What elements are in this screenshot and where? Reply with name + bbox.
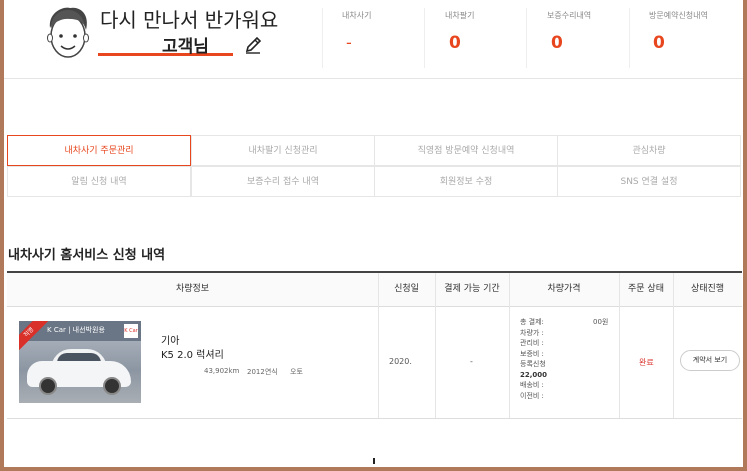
stat-sell-label: 내차팔기 <box>445 11 475 20</box>
tab-alerts[interactable]: 알림 신청 내역 <box>7 166 191 197</box>
col-divider <box>435 305 436 418</box>
car-wheel <box>103 377 121 395</box>
col-divider <box>673 273 674 306</box>
car-wheel <box>39 377 57 395</box>
thumbnail-band-text: K Car | 내선박원용 <box>47 326 105 334</box>
price-line-registration: 등록신청 <box>520 360 546 368</box>
tab-sell-requests[interactable]: 내차팔기 신청관리 <box>191 135 375 166</box>
stat-visit-label: 방문예약신청내역 <box>649 11 708 20</box>
greeting-text: 다시 만나서 반가워요 <box>100 8 279 32</box>
price-line-transfer: 이전비 : <box>520 391 544 400</box>
col-pay-period: 결제 가능 기간 <box>444 284 500 294</box>
stat-warranty[interactable]: 보증수리내역 0 <box>547 10 647 53</box>
price-line-car: 차량가 : <box>520 328 544 337</box>
price-line-registration-amount: 22,000 <box>520 370 548 379</box>
stat-sell-value: 0 <box>449 33 461 53</box>
price-line-total: 총 결제: <box>520 318 544 326</box>
stat-visit-value: 0 <box>653 33 665 53</box>
stat-visit[interactable]: 방문예약신청내역 0 <box>649 10 743 53</box>
col-divider <box>378 305 379 418</box>
tab-favorite-cars[interactable]: 관심차량 <box>557 135 741 166</box>
stat-sell[interactable]: 내차팔기 0 <box>445 10 545 53</box>
page-frame: 다시 만나서 반가워요 고객님 내차사기 - 내차팔기 0 보증수리내역 0 방… <box>4 0 743 467</box>
stat-buy[interactable]: 내차사기 - <box>342 10 442 52</box>
tab-buy-orders[interactable]: 내차사기 주문관리 <box>7 135 191 166</box>
table-row: K Car | 내선박원용 직영 K Car 기아 K5 2.0 럭셔리 43,… <box>7 305 742 419</box>
stat-divider <box>629 8 630 68</box>
stat-buy-value: - <box>346 33 352 52</box>
col-divider <box>378 273 379 306</box>
tab-warranty-claims[interactable]: 보증수리 접수 내역 <box>191 166 375 197</box>
car-mileage: 43,902km <box>204 367 240 375</box>
stat-divider <box>526 8 527 68</box>
pay-period: - <box>470 357 473 366</box>
stat-divider <box>322 8 323 68</box>
scroll-indicator <box>373 458 375 464</box>
table-header: 차량정보 신청일 결제 가능 기간 차량가격 주문 상태 상태진행 <box>7 271 742 307</box>
price-total-amount: 00원 <box>593 318 609 326</box>
tab-member-info[interactable]: 회원정보 수정 <box>374 166 558 197</box>
col-divider <box>619 273 620 306</box>
view-contract-button[interactable]: 계약서 보기 <box>680 350 740 371</box>
stat-divider <box>424 8 425 68</box>
car-model[interactable]: K5 2.0 럭셔리 <box>161 346 224 361</box>
col-apply-date: 신청일 <box>394 284 419 294</box>
tab-visit-reservations[interactable]: 직영점 방문예약 신청내역 <box>374 135 558 166</box>
customer-name-bar: 고객님 <box>98 36 233 57</box>
user-avatar-icon <box>47 7 89 58</box>
col-price: 차량가격 <box>547 284 581 294</box>
car-thumbnail[interactable]: K Car | 내선박원용 직영 K Car <box>19 321 141 403</box>
price-line-delivery: 배송비 : <box>520 381 544 389</box>
order-status-badge: 완료 <box>639 358 654 367</box>
price-line-warranty: 보증비 : <box>520 349 544 358</box>
col-divider <box>619 305 620 418</box>
pencil-icon[interactable] <box>242 34 264 56</box>
price-breakdown: 총 결제: 차량가 : 관리비 : 보증비 : 등록신청 22,000 배송비 … <box>520 317 547 401</box>
price-line-mgmt: 관리비 : <box>520 339 544 347</box>
customer-label: 고객님 <box>162 37 209 57</box>
tab-sns-settings[interactable]: SNS 연결 설정 <box>557 166 741 197</box>
section-title: 내차사기 홈서비스 신청 내역 <box>8 248 166 263</box>
car-year: 2012연식 <box>247 368 278 376</box>
kcar-badge: K Car <box>124 324 138 338</box>
col-progress: 상태진행 <box>690 284 725 294</box>
car-transmission: 오토 <box>290 368 303 376</box>
col-divider <box>509 305 510 418</box>
car-maker: 기아 <box>161 336 180 347</box>
header-divider <box>4 78 743 79</box>
stat-buy-label: 내차사기 <box>342 11 372 20</box>
col-car-info: 차량정보 <box>175 284 210 294</box>
col-divider <box>435 273 436 306</box>
apply-date: 2020. <box>389 357 412 366</box>
col-divider <box>509 273 510 306</box>
stat-warranty-label: 보증수리내역 <box>547 11 592 20</box>
col-order-status: 주문 상태 <box>628 284 664 294</box>
stat-warranty-value: 0 <box>551 33 563 53</box>
col-divider <box>673 305 674 418</box>
